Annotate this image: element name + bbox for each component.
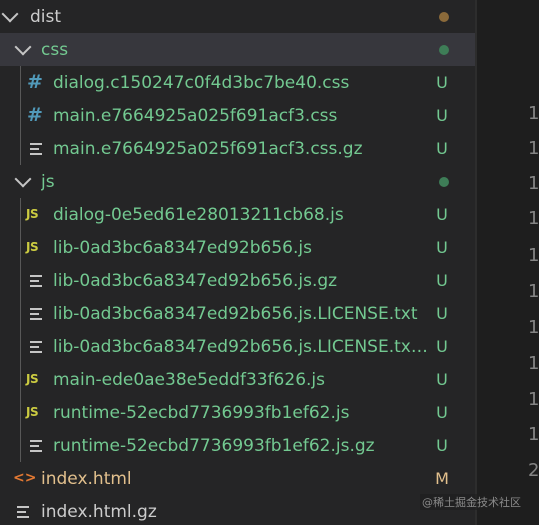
git-status: U — [436, 73, 448, 92]
status-dot — [439, 11, 449, 22]
css-hash-icon: # — [27, 71, 43, 93]
line-number: 1 — [528, 317, 539, 338]
git-status: U — [436, 370, 448, 389]
chevron-down-icon — [14, 38, 32, 56]
file-explorer: dist css # dialog.c150247c0f4d3bc7be40.c… — [0, 0, 475, 525]
js-icon: JS — [26, 207, 39, 221]
js-icon: JS — [26, 372, 39, 386]
git-status: U — [436, 106, 448, 125]
watermark: @稀土掘金技术社区 — [420, 494, 523, 510]
folder-label: js — [41, 171, 55, 192]
file-row[interactable]: lib-0ad3bc6a8347ed92b656.js.LICENSE.txt.… — [0, 330, 475, 363]
folder-label: dist — [30, 6, 62, 27]
file-row[interactable]: <> index.html M — [0, 462, 475, 495]
file-row[interactable]: JS main-ede0ae38e5eddf33f626.js U — [0, 363, 475, 396]
line-number: 1 — [528, 173, 539, 194]
text-file-icon — [30, 341, 42, 353]
file-label: lib-0ad3bc6a8347ed92b656.js.LICENSE.txt.… — [53, 336, 431, 357]
css-hash-icon: # — [27, 104, 43, 126]
js-icon: JS — [26, 405, 39, 419]
chevron-down-icon — [1, 5, 19, 23]
line-number: 1 — [528, 424, 539, 445]
folder-css[interactable]: css — [0, 33, 475, 66]
file-label: main.e7664925a025f691acf3.css — [53, 105, 338, 126]
git-status: M — [435, 469, 449, 488]
file-label: dialog-0e5ed61e28013211cb68.js — [53, 204, 344, 225]
file-row[interactable]: JS runtime-52ecbd7736993fb1ef62.js U — [0, 396, 475, 429]
line-number: 2 — [528, 460, 539, 481]
file-row[interactable]: main.e7664925a025f691acf3.css.gz U — [0, 132, 475, 165]
git-status: U — [436, 403, 448, 422]
file-row[interactable]: # main.e7664925a025f691acf3.css U — [0, 99, 475, 132]
file-label: dialog.c150247c0f4d3bc7be40.css — [53, 72, 350, 93]
js-icon: JS — [26, 240, 39, 254]
line-number: 1 — [528, 353, 539, 374]
html-icon: <> — [13, 470, 37, 486]
file-row[interactable]: lib-0ad3bc6a8347ed92b656.js.LICENSE.txt … — [0, 297, 475, 330]
file-label: index.html.gz — [41, 501, 157, 522]
file-label: lib-0ad3bc6a8347ed92b656.js — [53, 237, 312, 258]
file-row[interactable]: JS dialog-0e5ed61e28013211cb68.js U — [0, 198, 475, 231]
status-dot — [439, 44, 449, 55]
file-label: lib-0ad3bc6a8347ed92b656.js.LICENSE.txt — [53, 303, 418, 324]
line-number: 1 — [528, 245, 539, 266]
file-label: runtime-52ecbd7736993fb1ef62.js — [53, 402, 350, 423]
file-label: index.html — [41, 468, 132, 489]
line-number: 1 — [528, 389, 539, 410]
file-row[interactable]: runtime-52ecbd7736993fb1ef62.js.gz U — [0, 429, 475, 462]
editor-gutter: 1 1 1 1 1 1 1 1 1 1 1 2 — [477, 0, 539, 525]
git-status: U — [436, 304, 448, 323]
file-label: main-ede0ae38e5eddf33f626.js — [53, 369, 325, 390]
file-label: runtime-52ecbd7736993fb1ef62.js.gz — [53, 435, 375, 456]
git-status: U — [436, 139, 448, 158]
folder-dist[interactable]: dist — [0, 0, 475, 33]
file-row[interactable]: lib-0ad3bc6a8347ed92b656.js.gz U — [0, 264, 475, 297]
line-number: 1 — [528, 103, 539, 124]
git-status: U — [436, 337, 448, 356]
line-number: 1 — [528, 281, 539, 302]
file-label: lib-0ad3bc6a8347ed92b656.js.gz — [53, 270, 338, 291]
chevron-down-icon — [14, 170, 32, 188]
line-number: 1 — [528, 208, 539, 229]
git-status: U — [436, 436, 448, 455]
file-row[interactable]: # dialog.c150247c0f4d3bc7be40.css U — [0, 66, 475, 99]
text-file-icon — [30, 143, 42, 155]
folder-js[interactable]: js — [0, 165, 475, 198]
status-dot — [439, 176, 449, 187]
text-file-icon — [30, 275, 42, 287]
text-file-icon — [17, 506, 29, 518]
text-file-icon — [30, 440, 42, 452]
file-row[interactable]: index.html.gz — [0, 495, 475, 525]
git-status: U — [436, 271, 448, 290]
git-status: U — [436, 205, 448, 224]
text-file-icon — [30, 308, 42, 320]
file-label: main.e7664925a025f691acf3.css.gz — [53, 138, 363, 159]
folder-label: css — [41, 39, 69, 60]
git-status: U — [436, 238, 448, 257]
line-number: 1 — [528, 138, 539, 159]
file-row[interactable]: JS lib-0ad3bc6a8347ed92b656.js U — [0, 231, 475, 264]
